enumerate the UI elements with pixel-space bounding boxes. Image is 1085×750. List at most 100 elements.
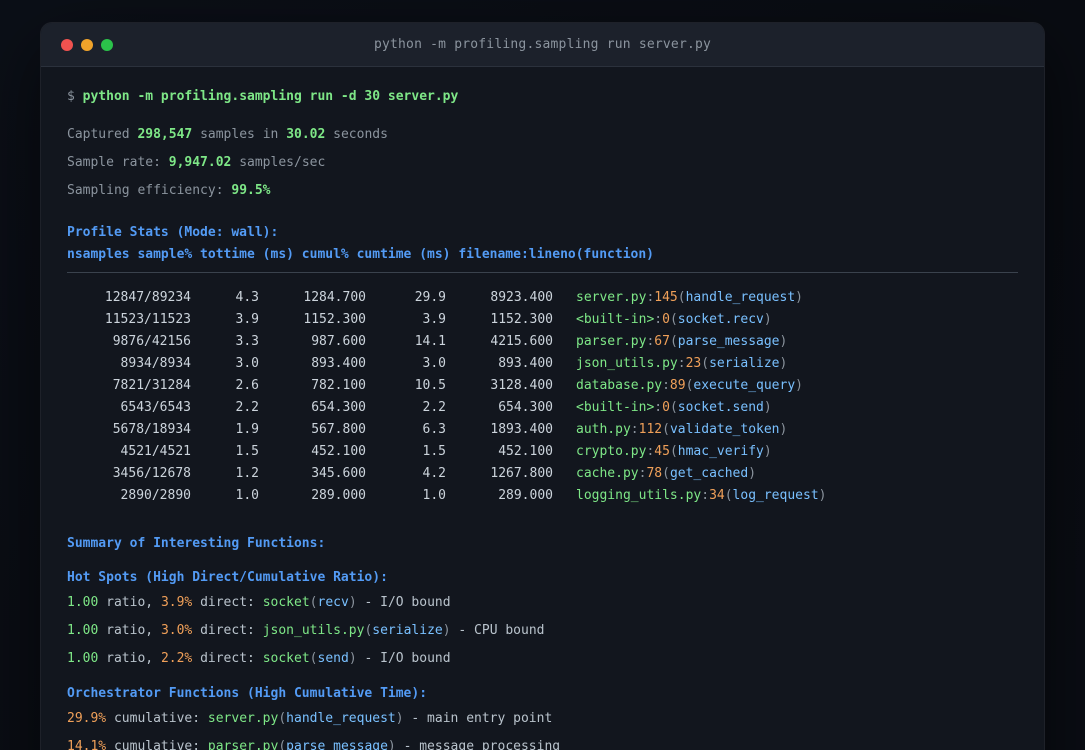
module-name: server.py (207, 711, 279, 726)
profile-table-row: 6543/6543 2.2 654.300 2.2 654.300 <built-in>:… (67, 397, 1018, 419)
nsamples-value: 9876/42156 (112, 334, 191, 349)
command-text: python -m profiling.sampling run -d 30 s… (82, 89, 459, 104)
profile-table-row: 11523/11523 3.9 1152.300 3.9 1152.300 <built-… (67, 309, 1018, 331)
direct-label: direct: (200, 623, 255, 638)
open-paren: ( (309, 651, 318, 666)
nsamples-value: 7821/31284 (112, 378, 191, 393)
ratio-label: ratio, (106, 595, 154, 610)
line-number: 34 (709, 488, 725, 503)
titlebar: python -m profiling.sampling run server.… (41, 23, 1044, 67)
profile-columns-heading: nsamples sample% tottime (ms) cumul% cum… (67, 247, 654, 262)
ratio-label: ratio, (106, 651, 154, 666)
function-name: socket.recv (677, 312, 764, 327)
cumulative-label: cumulative: (113, 739, 201, 750)
colon: : (654, 400, 663, 415)
note-text: - message processing (403, 739, 561, 750)
sample-pct-value: 1.2 (235, 466, 259, 481)
ratio-value: 1.00 (67, 651, 99, 666)
module-name: socket (262, 651, 310, 666)
sample-pct-value: 3.9 (235, 312, 259, 327)
function-location: server.py:145(handle_request) (576, 290, 803, 305)
tottime-value: 1284.700 (303, 290, 366, 305)
hot-spot-row: 1.00 ratio, 2.2% direct: socket(send) - … (67, 648, 1018, 670)
tottime-value: 893.400 (311, 356, 366, 371)
cumtime-value: 893.400 (498, 356, 553, 371)
open-paren: ( (662, 422, 670, 437)
tottime-value: 289.000 (311, 488, 366, 503)
nsamples-value: 6543/6543 (120, 400, 191, 415)
close-paren: ) (763, 312, 772, 327)
hot-spot-row: 1.00 ratio, 3.9% direct: socket(recv) - … (67, 592, 1018, 614)
direct-pct-value: 2.2% (160, 651, 193, 666)
open-paren: ( (701, 356, 710, 371)
line-number: 23 (685, 356, 702, 371)
cumul-pct-value: 3.9 (422, 312, 446, 327)
cumul-pct-value: 4.2 (422, 466, 446, 481)
open-paren: ( (309, 595, 318, 610)
direct-pct-value: 3.0% (160, 623, 193, 638)
samples-count: 298,547 (137, 127, 193, 142)
ratio-value: 1.00 (67, 623, 99, 638)
line-number: 89 (669, 378, 686, 393)
open-paren: ( (677, 290, 686, 305)
rate-unit: samples/sec (239, 155, 326, 170)
close-paren: ) (779, 356, 788, 371)
close-button[interactable] (61, 38, 73, 51)
cumul-pct-value: 1.5 (422, 444, 446, 459)
orchestrator-heading: Orchestrator Functions (High Cumulative … (67, 686, 428, 701)
terminal-output: $ python -m profiling.sampling run -d 30… (41, 67, 1044, 750)
file-name: <built-in> (576, 400, 655, 415)
close-paren: ) (763, 400, 772, 415)
nsamples-value: 12847/89234 (104, 290, 191, 305)
line-number: 112 (638, 422, 663, 437)
close-paren: ) (763, 444, 772, 459)
open-paren: ( (669, 400, 678, 415)
function-name: socket.send (677, 400, 764, 415)
cumul-pct-value: 29.9 (414, 290, 446, 305)
samples-in-label: samples in (200, 127, 279, 142)
module-name: json_utils.py (262, 623, 365, 638)
function-location: json_utils.py:23(serialize) (576, 356, 787, 371)
sample-rate-line: Sample rate: 9,947.02 samples/sec (67, 152, 1018, 174)
rate-label: Sample rate: (67, 155, 161, 170)
function-location: logging_utils.py:34(log_request) (576, 488, 826, 503)
open-paren: ( (278, 739, 287, 750)
prompt-symbol: $ (67, 89, 75, 104)
minimize-button[interactable] (81, 38, 93, 51)
open-paren: ( (669, 312, 678, 327)
cumtime-value: 654.300 (498, 400, 553, 415)
profile-table-row: 12847/89234 4.3 1284.700 29.9 8923.400 server… (67, 287, 1018, 309)
colon: : (662, 378, 670, 393)
function-name: send (317, 651, 349, 666)
sample-pct-value: 4.3 (235, 290, 259, 305)
line-number: 78 (646, 466, 663, 481)
close-paren: ) (795, 290, 803, 305)
profile-stats-heading: Profile Stats (Mode: wall): (67, 225, 279, 240)
line-number: 67 (654, 334, 670, 349)
profile-table-row: 2890/2890 1.0 289.000 1.0 289.000 logging_uti… (67, 485, 1018, 507)
maximize-button[interactable] (101, 38, 113, 51)
cumul-pct-value: 6.3 (422, 422, 446, 437)
nsamples-value: 8934/8934 (120, 356, 191, 371)
module-name: socket (262, 595, 310, 610)
close-paren: ) (348, 595, 357, 610)
cumulative-label: cumulative: (113, 711, 201, 726)
hot-spots-heading: Hot Spots (High Direct/Cumulative Ratio)… (67, 570, 388, 585)
file-name: logging_utils.py (576, 488, 702, 503)
close-paren: ) (779, 334, 788, 349)
open-paren: ( (662, 466, 670, 481)
profile-table-row: 5678/18934 1.9 567.800 6.3 1893.400 auth.py:1… (67, 419, 1018, 441)
function-name: parse_message (286, 739, 388, 750)
nsamples-value: 3456/12678 (112, 466, 191, 481)
duration-value: 30.02 (286, 127, 326, 142)
direct-label: direct: (200, 651, 255, 666)
function-name: serialize (709, 356, 780, 371)
line-number: 45 (654, 444, 670, 459)
tottime-value: 654.300 (311, 400, 366, 415)
cumtime-value: 3128.400 (490, 378, 553, 393)
sample-pct-value: 2.2 (235, 400, 259, 415)
ratio-label: ratio, (106, 623, 154, 638)
file-name: crypto.py (576, 444, 647, 459)
open-paren: ( (669, 334, 678, 349)
tottime-value: 987.600 (311, 334, 366, 349)
